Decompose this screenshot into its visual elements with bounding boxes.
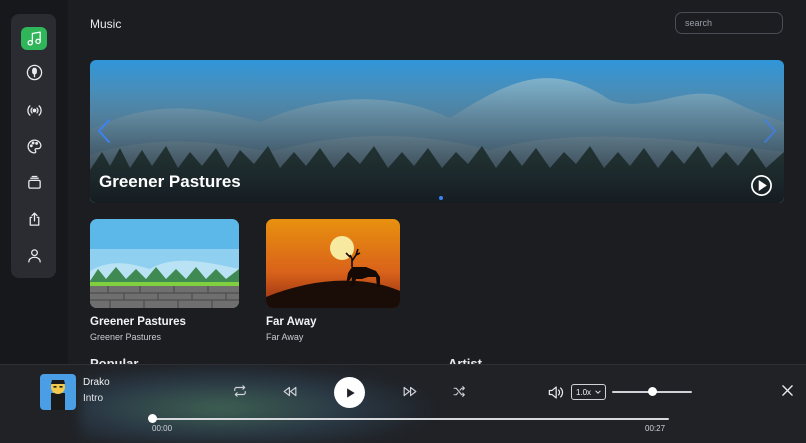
- albums-icon: [27, 175, 41, 189]
- sidebar: [11, 14, 56, 278]
- user-icon: [27, 248, 41, 263]
- album-title: Far Away: [266, 316, 317, 328]
- play-icon: [346, 387, 355, 398]
- album-artwork: [90, 219, 239, 308]
- sidebar-item-podcasts[interactable]: [22, 60, 46, 84]
- chevron-right-icon[interactable]: [762, 118, 778, 144]
- album-title: Greener Pastures: [90, 316, 186, 328]
- track-artist: Drako: [83, 377, 110, 388]
- rewind-icon: [283, 386, 297, 396]
- shuffle-button[interactable]: [451, 384, 467, 398]
- shuffle-icon: [453, 385, 465, 397]
- volume-slider-handle[interactable]: [647, 387, 657, 396]
- album-cover: [90, 219, 239, 308]
- album-subtitle: Far Away: [266, 332, 304, 342]
- carousel-indicator[interactable]: [439, 196, 443, 200]
- track-artwork: [40, 374, 76, 410]
- play-button[interactable]: [334, 377, 365, 408]
- volume-button[interactable]: [546, 384, 564, 400]
- rewind-button[interactable]: [281, 384, 299, 398]
- player-backdrop: [80, 365, 430, 443]
- track-title: Intro: [83, 393, 104, 404]
- track-cover: [40, 374, 76, 410]
- page-title: Music: [90, 17, 122, 31]
- volume-icon: [548, 385, 563, 399]
- chevron-left-icon[interactable]: [96, 118, 112, 144]
- album-card[interactable]: Far Away Far Away: [266, 219, 400, 342]
- repeat-button[interactable]: [232, 384, 248, 398]
- hero-banner[interactable]: Greener Pastures: [90, 60, 784, 203]
- album-card[interactable]: Greener Pastures Greener Pastures: [90, 219, 239, 342]
- sidebar-item-share[interactable]: [22, 207, 46, 231]
- close-player-button[interactable]: [779, 382, 795, 398]
- microphone-icon: [26, 64, 42, 80]
- hero-title: Greener Pastures: [99, 172, 241, 191]
- share-icon: [29, 211, 39, 226]
- search-input[interactable]: [675, 12, 783, 34]
- broadcast-icon: [26, 104, 42, 116]
- close-icon: [781, 384, 793, 396]
- sidebar-item-music[interactable]: [21, 27, 47, 50]
- repeat-icon: [234, 385, 246, 397]
- progress-handle[interactable]: [147, 414, 157, 423]
- player-bar: Drako Intro 1.0x 00:00 00:27: [0, 364, 806, 443]
- sidebar-item-genres[interactable]: [22, 134, 46, 158]
- progress-bar[interactable]: [152, 418, 669, 420]
- sidebar-item-albums[interactable]: [22, 170, 46, 194]
- music-note-icon: [26, 31, 41, 46]
- fast-forward-icon: [403, 386, 417, 396]
- fast-forward-button[interactable]: [401, 384, 419, 398]
- time-total: 00:27: [645, 424, 666, 433]
- album-cover: [266, 219, 400, 308]
- album-artwork: [266, 219, 400, 308]
- sidebar-item-radio[interactable]: [22, 98, 46, 122]
- playback-speed-value: 1.0x: [575, 387, 592, 397]
- time-current: 00:00: [152, 424, 173, 433]
- album-subtitle: Greener Pastures: [90, 332, 162, 342]
- play-circle-icon[interactable]: [750, 174, 773, 197]
- sidebar-item-profile[interactable]: [22, 243, 46, 267]
- chevron-down-icon: [595, 390, 601, 394]
- palette-icon: [26, 138, 42, 154]
- playback-speed-select[interactable]: 1.0x: [571, 384, 606, 400]
